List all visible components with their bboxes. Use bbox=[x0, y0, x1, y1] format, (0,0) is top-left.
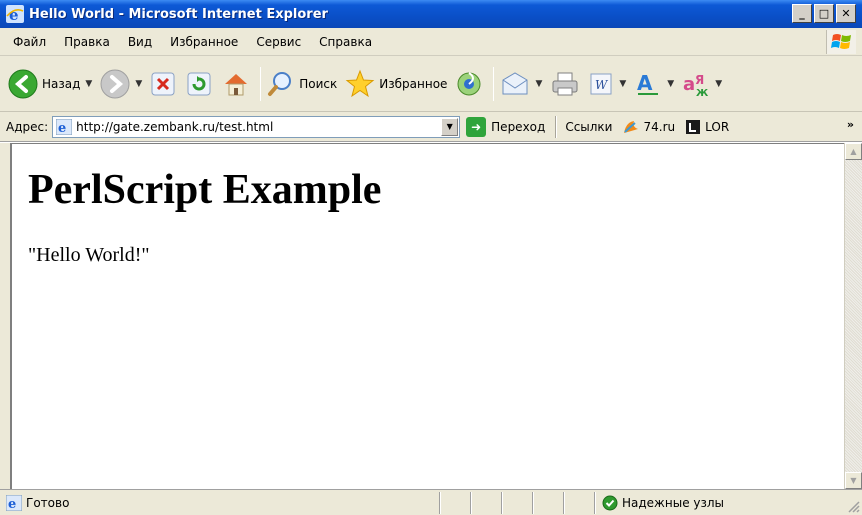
encoding-icon: a Я Ж bbox=[683, 73, 709, 98]
edit-dropdown-icon[interactable]: ▼ bbox=[619, 79, 626, 89]
link-lor-icon bbox=[686, 119, 701, 134]
status-cell bbox=[564, 491, 595, 514]
font-size-icon: A bbox=[637, 71, 659, 95]
back-button[interactable]: Назад ▼ bbox=[8, 69, 92, 99]
favorites-button[interactable]: Избранное bbox=[345, 69, 447, 99]
word-edit-icon: W bbox=[590, 73, 612, 94]
menu-help[interactable]: Справка bbox=[310, 35, 381, 49]
back-dropdown-icon[interactable]: ▼ bbox=[85, 79, 92, 89]
security-zone[interactable]: Надежные узлы bbox=[595, 491, 835, 514]
page-content: PerlScript Example "Hello World!" bbox=[10, 143, 844, 489]
favorites-label: Избранное bbox=[379, 76, 448, 91]
address-bar: Адрес: e http://gate.zembank.ru/test.htm… bbox=[0, 112, 862, 142]
go-arrow-icon: ➜ bbox=[466, 116, 487, 137]
status-cell bbox=[471, 491, 502, 514]
go-button[interactable]: ➜ Переход bbox=[466, 116, 546, 137]
search-button[interactable]: Поиск bbox=[267, 70, 337, 98]
mail-button[interactable]: ▼ bbox=[500, 70, 542, 98]
svg-text:W: W bbox=[595, 78, 609, 92]
security-zone-label: Надежные узлы bbox=[622, 495, 725, 510]
address-label: Адрес: bbox=[6, 119, 49, 134]
address-dropdown-button[interactable]: ▼ bbox=[441, 117, 459, 136]
svg-text:e: e bbox=[9, 6, 19, 23]
menu-tools[interactable]: Сервис bbox=[247, 35, 310, 49]
link-74ru-label: 74.ru bbox=[643, 119, 676, 134]
mail-icon bbox=[502, 71, 528, 94]
window-titlebar[interactable]: e Hello World - Microsoft Internet Explo… bbox=[0, 0, 862, 28]
page-heading: PerlScript Example bbox=[28, 167, 382, 213]
refresh-icon[interactable] bbox=[186, 71, 212, 97]
close-button[interactable]: ✕ bbox=[836, 4, 856, 23]
toolbar-separator bbox=[260, 66, 262, 101]
address-url: http://gate.zembank.ru/test.html bbox=[76, 119, 274, 134]
windows-logo-icon bbox=[826, 30, 856, 54]
status-cell bbox=[533, 491, 564, 514]
menu-edit[interactable]: Правка bbox=[55, 35, 119, 49]
window-left-frame bbox=[0, 143, 10, 489]
status-panel: e Готово bbox=[0, 491, 440, 514]
vertical-scrollbar[interactable]: ▲ ▼ bbox=[844, 143, 862, 489]
link-lor[interactable]: LOR bbox=[685, 119, 729, 135]
status-page-icon: e bbox=[6, 494, 22, 511]
maximize-button[interactable]: □ bbox=[814, 4, 834, 23]
scroll-up-arrow-icon[interactable]: ▲ bbox=[845, 143, 862, 160]
links-overflow-chevron-icon[interactable]: » bbox=[847, 118, 854, 131]
svg-text:e: e bbox=[8, 497, 16, 511]
forward-dropdown-icon[interactable]: ▼ bbox=[135, 79, 142, 89]
favorites-star-icon bbox=[345, 69, 375, 97]
links-separator bbox=[555, 115, 558, 138]
resize-grip-icon[interactable] bbox=[846, 499, 860, 513]
edit-button[interactable]: W ▼ bbox=[588, 71, 626, 97]
menu-view[interactable]: Вид bbox=[119, 35, 161, 49]
menu-favorites[interactable]: Избранное bbox=[161, 35, 247, 49]
svg-text:a: a bbox=[683, 74, 695, 95]
back-label: Назад bbox=[42, 76, 81, 91]
minimize-button[interactable]: _ bbox=[792, 4, 812, 23]
font-size-dropdown-icon[interactable]: ▼ bbox=[667, 79, 674, 89]
menu-file[interactable]: Файл bbox=[4, 35, 55, 49]
forward-button[interactable]: ▼ bbox=[100, 69, 142, 99]
link-74ru[interactable]: 74.ru bbox=[622, 119, 675, 135]
standard-toolbar: Назад ▼ ▼ Поиск Избранное ▼ W ▼ A ▼ a Я … bbox=[0, 56, 862, 112]
print-icon[interactable] bbox=[550, 70, 580, 98]
svg-text:e: e bbox=[58, 121, 66, 135]
address-input[interactable]: e http://gate.zembank.ru/test.html ▼ bbox=[52, 115, 461, 138]
trusted-zone-check-icon bbox=[602, 495, 618, 510]
links-label[interactable]: Ссылки bbox=[565, 120, 612, 134]
toolbar-separator bbox=[493, 66, 495, 101]
stop-icon[interactable] bbox=[150, 71, 176, 97]
font-size-button[interactable]: A ▼ bbox=[634, 70, 674, 98]
search-icon bbox=[268, 71, 292, 96]
status-text: Готово bbox=[26, 495, 70, 510]
encoding-dropdown-icon[interactable]: ▼ bbox=[715, 79, 722, 89]
link-lor-label: LOR bbox=[705, 119, 730, 134]
ie-logo-icon: e bbox=[6, 5, 24, 23]
window-title: Hello World - Microsoft Internet Explore… bbox=[29, 6, 328, 22]
search-label: Поиск bbox=[299, 76, 338, 91]
status-bar: e Готово Надежные узлы bbox=[0, 489, 862, 515]
svg-text:A: A bbox=[637, 71, 653, 95]
svg-text:Я: Я bbox=[695, 73, 704, 87]
back-arrow-icon bbox=[8, 69, 38, 98]
menu-bar: Файл Правка Вид Избранное Сервис Справка bbox=[0, 28, 862, 56]
media-icon[interactable] bbox=[455, 70, 483, 98]
page-ie-icon: e bbox=[56, 118, 73, 135]
svg-text:Ж: Ж bbox=[696, 88, 709, 98]
link-74ru-icon bbox=[624, 120, 639, 133]
home-icon[interactable] bbox=[222, 70, 250, 98]
status-cell bbox=[502, 491, 533, 514]
page-text: "Hello World!" bbox=[28, 244, 150, 266]
encoding-button[interactable]: a Я Ж ▼ bbox=[682, 70, 722, 98]
status-cell bbox=[440, 491, 471, 514]
go-label: Переход bbox=[491, 119, 546, 134]
mail-dropdown-icon[interactable]: ▼ bbox=[535, 79, 542, 89]
scroll-down-arrow-icon[interactable]: ▼ bbox=[845, 472, 862, 489]
forward-arrow-icon bbox=[100, 69, 130, 98]
